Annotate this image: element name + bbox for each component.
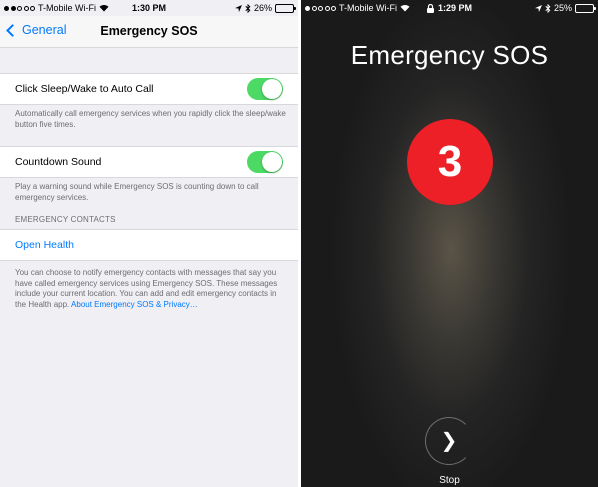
about-sos-privacy-link[interactable]: About Emergency SOS & Privacy… [71,300,198,309]
sos-countdown-screen: T-Mobile Wi-Fi 1:29 PM 25% Emergency SOS… [301,0,598,487]
countdown-sound-cell[interactable]: Countdown Sound [0,146,298,178]
open-health-cell[interactable]: Open Health [0,229,298,261]
battery-icon [275,3,296,13]
countdown-sound-label: Countdown Sound [15,156,102,168]
emergency-contacts-footnote: You can choose to notify emergency conta… [15,268,286,310]
battery-icon [575,3,596,13]
settings-panel: T-Mobile Wi-Fi 1:30 PM 26% General Emerg… [0,0,298,487]
battery-percent: 26% [253,3,272,13]
countdown-number: 3 [407,119,493,205]
stop-button[interactable]: ❯ [425,417,473,465]
bluetooth-icon [245,3,251,13]
countdown-sound-toggle[interactable] [247,151,283,173]
battery-percent: 25% [553,3,572,13]
auto-call-label: Click Sleep/Wake to Auto Call [15,83,154,95]
page-title: Emergency SOS [100,24,198,38]
auto-call-footnote: Automatically call emergency services wh… [15,109,286,129]
emergency-contacts-header: EMERGENCY CONTACTS [15,215,116,224]
location-arrow-icon [534,4,542,12]
open-health-link[interactable]: Open Health [15,239,74,251]
navigation-bar: General Emergency SOS [0,16,298,48]
status-bar: T-Mobile Wi-Fi 1:29 PM 25% [301,0,598,16]
sos-title: Emergency SOS [350,40,549,70]
countdown-sound-footnote: Play a warning sound while Emergency SOS… [15,182,259,202]
status-bar: T-Mobile Wi-Fi 1:30 PM 26% [0,0,298,16]
auto-call-cell[interactable]: Click Sleep/Wake to Auto Call [0,73,298,105]
auto-call-toggle[interactable] [247,78,283,100]
bluetooth-icon [545,3,551,13]
lock-icon [426,3,434,13]
location-arrow-icon [234,4,242,12]
arrow-right-icon: ❯ [440,430,458,452]
status-time: 1:29 PM [437,3,472,13]
stop-label: Stop [439,475,460,486]
